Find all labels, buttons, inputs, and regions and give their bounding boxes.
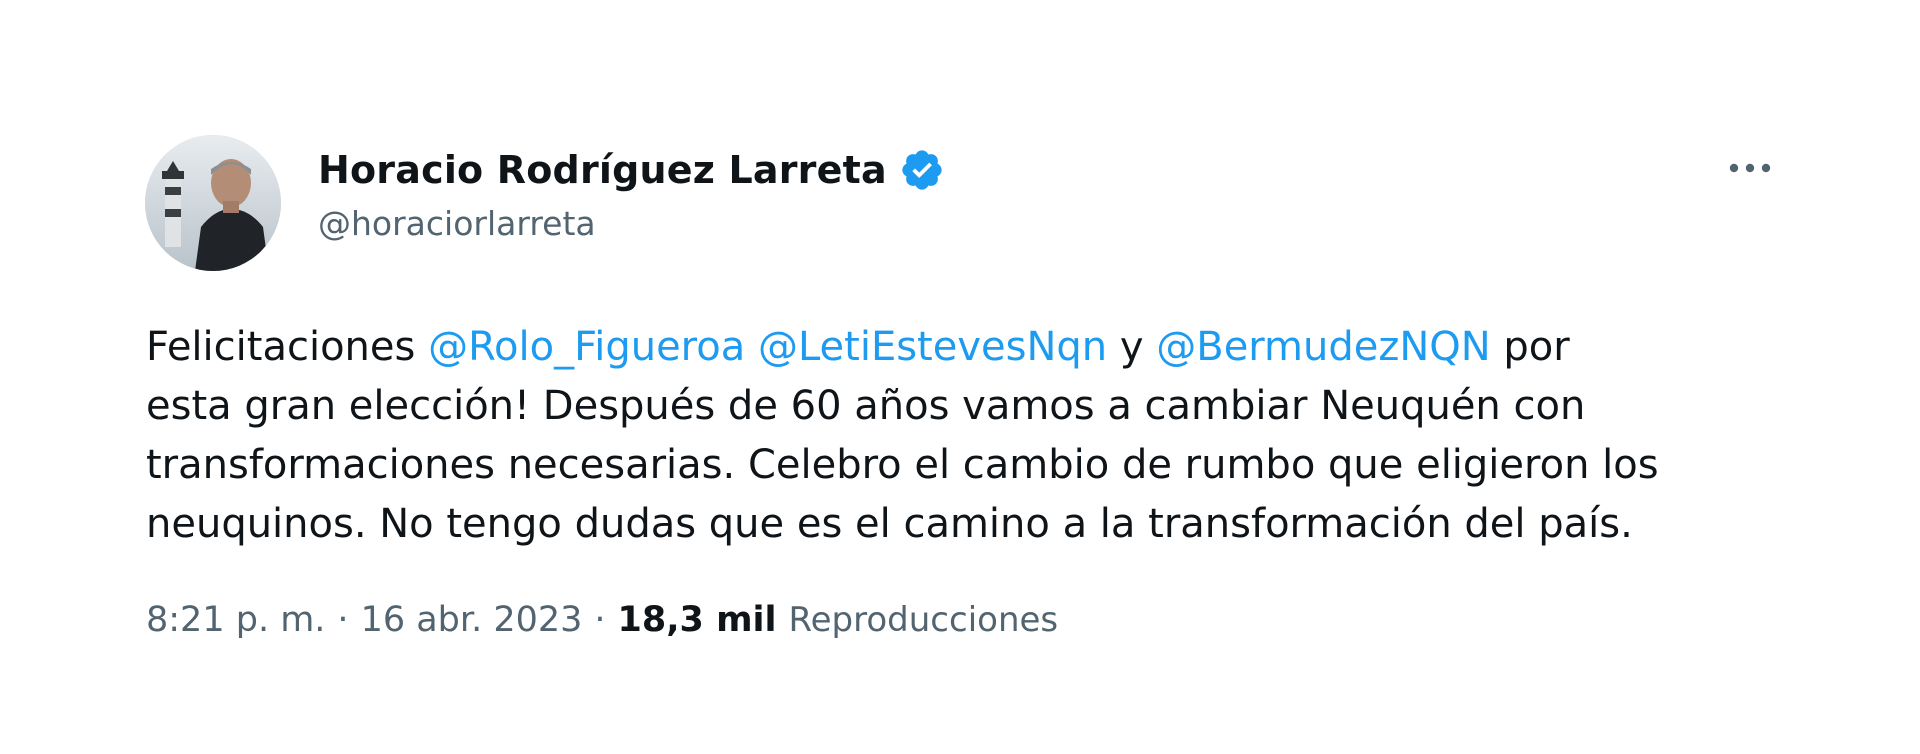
tweet-text-line: Felicitaciones @Rolo_Figueroa @LetiEstev…: [146, 318, 1796, 377]
tweet-text: Felicitaciones @Rolo_Figueroa @LetiEstev…: [146, 318, 1796, 554]
author-handle[interactable]: @horaciorlarreta: [318, 204, 945, 243]
meta-separator: ·: [337, 600, 349, 640]
author-name-row: Horacio Rodríguez Larreta: [318, 142, 945, 198]
tweet-text-segment: transformaciones necesarias. Celebro el …: [146, 442, 1659, 488]
tweet-text-segment: [745, 324, 758, 370]
tweet-time[interactable]: 8:21 p. m.: [146, 600, 325, 640]
more-horizontal-icon: [1729, 163, 1771, 173]
meta-separator: ·: [594, 600, 606, 640]
tweet-text-segment: Felicitaciones: [146, 324, 429, 370]
author-display-name[interactable]: Horacio Rodríguez Larreta: [318, 148, 887, 192]
author-info: Horacio Rodríguez Larreta @horaciorlarre…: [318, 142, 945, 243]
more-options-button[interactable]: [1720, 148, 1780, 188]
verified-badge-icon[interactable]: [899, 147, 945, 193]
tweet-meta: 8:21 p. m. · 16 abr. 2023 · 18,3 mil Rep…: [146, 600, 1058, 640]
mention-link[interactable]: @LetiEstevesNqn: [758, 324, 1107, 370]
tweet-date[interactable]: 16 abr. 2023: [361, 600, 583, 640]
mention-link[interactable]: @Rolo_Figueroa: [428, 324, 745, 370]
tweet-text-segment: neuquinos. No tengo dudas que es el cami…: [146, 501, 1633, 547]
avatar[interactable]: [145, 135, 281, 271]
tweet-text-segment: esta gran elección! Después de 60 años v…: [146, 383, 1586, 429]
views-count: 18,3 mil: [617, 600, 777, 640]
tweet-text-line: neuquinos. No tengo dudas que es el cami…: [146, 495, 1796, 554]
tweet-text-line: transformaciones necesarias. Celebro el …: [146, 436, 1796, 495]
tweet-text-segment: y: [1107, 324, 1157, 370]
avatar-image: [145, 135, 281, 271]
tweet-text-segment: por: [1490, 324, 1570, 370]
mention-link[interactable]: @BermudezNQN: [1156, 324, 1490, 370]
tweet-card: Horacio Rodríguez Larreta @horaciorlarre…: [0, 0, 1920, 754]
tweet-text-line: esta gran elección! Después de 60 años v…: [146, 377, 1796, 436]
views-label[interactable]: Reproducciones: [789, 600, 1059, 640]
